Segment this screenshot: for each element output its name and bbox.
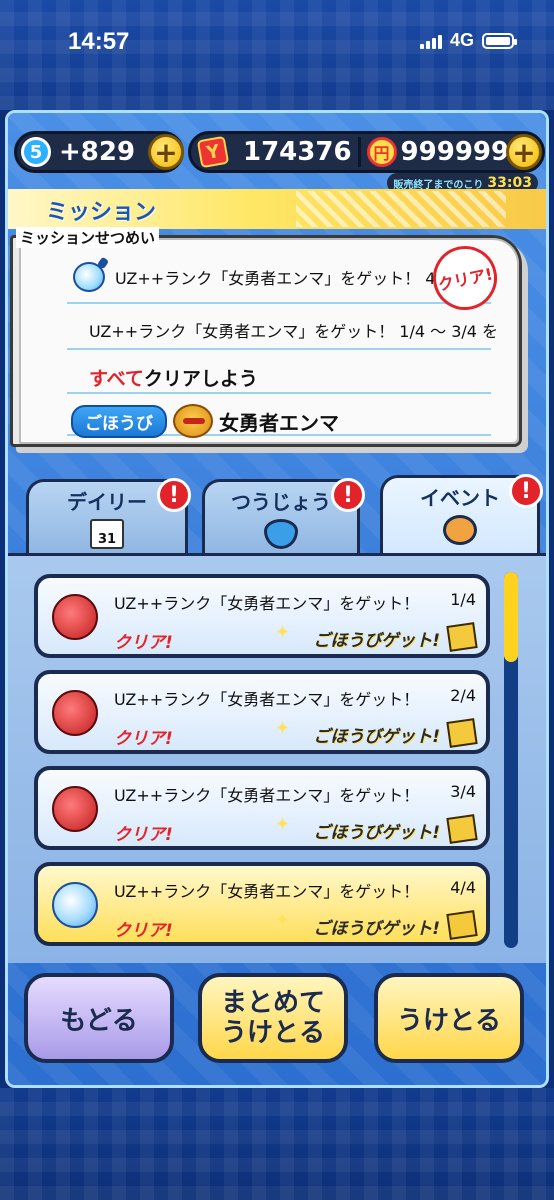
list-item[interactable]: UZ++ランク「女勇者エンマ」をゲット！ 4/4 クリア! ✦ ごほうびゲット!: [34, 862, 490, 946]
sparkle-icon: ✦: [274, 814, 290, 835]
mission-title: UZ++ランク「女勇者エンマ」をゲット！: [114, 882, 420, 901]
reward-row: ごほうび 女勇者エンマ: [71, 404, 339, 438]
battery-icon: [482, 32, 517, 49]
reward-box-icon: [446, 814, 478, 844]
alert-badge: !: [509, 474, 543, 508]
coin-icon: 円: [366, 137, 397, 167]
receive-all-button[interactable]: まとめて うけとる: [198, 973, 348, 1063]
reward-name: 女勇者エンマ: [219, 410, 339, 435]
sparkle-icon: ✦: [274, 910, 290, 931]
reward-box-icon: [446, 910, 478, 940]
receive-button[interactable]: うけとる: [374, 973, 524, 1063]
level-badge: 5: [21, 137, 51, 167]
mission-title: UZ++ランク「女勇者エンマ」をゲット！: [114, 594, 420, 613]
all-text: すべて: [89, 368, 144, 390]
reward-status: ごほうびゲット!: [313, 919, 440, 939]
status-time: 14:57: [68, 28, 130, 55]
tab-event[interactable]: イベント !: [380, 474, 543, 557]
list-item[interactable]: UZ++ランク「女勇者エンマ」をゲット！ 1/4 クリア! ✦ ごほうびゲット!: [34, 574, 490, 658]
mission-bomb-icon: [73, 262, 105, 292]
reward-label: ごほうび: [71, 404, 167, 438]
alert-badge: !: [331, 478, 365, 512]
alert-badge: !: [157, 478, 191, 512]
sparkle-icon: ✦: [274, 718, 290, 739]
clear-instruction: クリアしよう: [143, 368, 258, 390]
description-label: ミッションせつめい: [16, 227, 160, 248]
hero-icon: [173, 404, 213, 438]
shield-icon: [264, 519, 298, 549]
tab-label: イベント: [420, 486, 500, 510]
flag-icon: [443, 515, 477, 545]
mission-list: UZ++ランク「女勇者エンマ」をゲット！ 1/4 クリア! ✦ ごほうびゲット!…: [8, 553, 546, 963]
mission-icon: [52, 786, 98, 832]
mission-icon: [52, 690, 98, 736]
mission-status: クリア!: [114, 633, 173, 653]
receive-all-line1: まとめて: [220, 988, 325, 1018]
tab-daily[interactable]: デイリー 31 !: [26, 478, 191, 555]
mission-icon: [52, 594, 98, 640]
tab-label: つうじょう: [231, 490, 331, 514]
add-stamina-button[interactable]: +: [148, 134, 184, 170]
mission-title: UZ++ランク「女勇者エンマ」をゲット！: [114, 690, 420, 709]
currency-bar: 5 +829 + Y 174376 円 9999999 +: [14, 131, 545, 173]
sparkle-icon: ✦: [274, 622, 290, 643]
game-frame: 5 +829 + Y 174376 円 9999999 + 販売終了までのこり …: [5, 110, 549, 1088]
scrollbar[interactable]: [504, 572, 518, 948]
reward-box-icon: [446, 718, 478, 748]
points-value: 174376: [243, 137, 352, 167]
signal-icon: [419, 33, 442, 49]
background-bottom: [0, 1088, 554, 1200]
mission-progress: 1/4: [450, 590, 476, 609]
calendar-icon: 31: [90, 519, 124, 549]
mission-title: UZ++ランク「女勇者エンマ」をゲット！: [114, 786, 420, 805]
y-point-icon: Y: [196, 135, 230, 169]
mission-summary: UZ++ランク「女勇者エンマ」をゲット！ 4/4: [115, 269, 452, 288]
scrollbar-thumb[interactable]: [504, 572, 518, 662]
tab-label: デイリー: [67, 490, 147, 514]
stamina-value: +829: [59, 137, 136, 167]
list-item[interactable]: UZ++ランク「女勇者エンマ」をゲット！ 2/4 クリア! ✦ ごほうびゲット!: [34, 670, 490, 754]
reward-status: ごほうびゲット!: [313, 727, 440, 747]
status-indicators: 4G: [419, 30, 517, 51]
mission-progress: 2/4: [450, 686, 476, 705]
mission-progress: 3/4: [450, 782, 476, 801]
mission-status: クリア!: [114, 921, 173, 941]
tab-normal[interactable]: つうじょう !: [202, 478, 365, 555]
status-bar: 14:57 4G: [0, 0, 554, 84]
mission-detail: UZ++ランク「女勇者エンマ」をゲット！ 1/4 ～ 3/4 を: [89, 322, 499, 341]
mission-status: クリア!: [114, 729, 173, 749]
mission-header: ミッション: [8, 189, 546, 229]
money-pill: Y 174376 円 9999999: [188, 131, 545, 173]
mission-bomb-icon: [52, 882, 98, 928]
page-title: ミッション: [46, 200, 157, 225]
network-label: 4G: [449, 30, 474, 50]
mission-progress: 4/4: [450, 878, 476, 897]
back-button[interactable]: もどる: [24, 973, 174, 1063]
mission-description: UZ++ランク「女勇者エンマ」をゲット！ 4/4 クリア! UZ++ランク「女勇…: [10, 227, 522, 449]
reward-status: ごほうびゲット!: [313, 631, 440, 651]
mission-status: クリア!: [114, 825, 173, 845]
list-item[interactable]: UZ++ランク「女勇者エンマ」をゲット！ 3/4 クリア! ✦ ごほうびゲット!: [34, 766, 490, 850]
add-coins-button[interactable]: +: [506, 134, 542, 170]
reward-box-icon: [446, 622, 478, 652]
reward-status: ごほうびゲット!: [313, 823, 440, 843]
receive-all-line2: うけとる: [220, 1018, 325, 1048]
clear-stamp: クリア!: [427, 240, 503, 316]
